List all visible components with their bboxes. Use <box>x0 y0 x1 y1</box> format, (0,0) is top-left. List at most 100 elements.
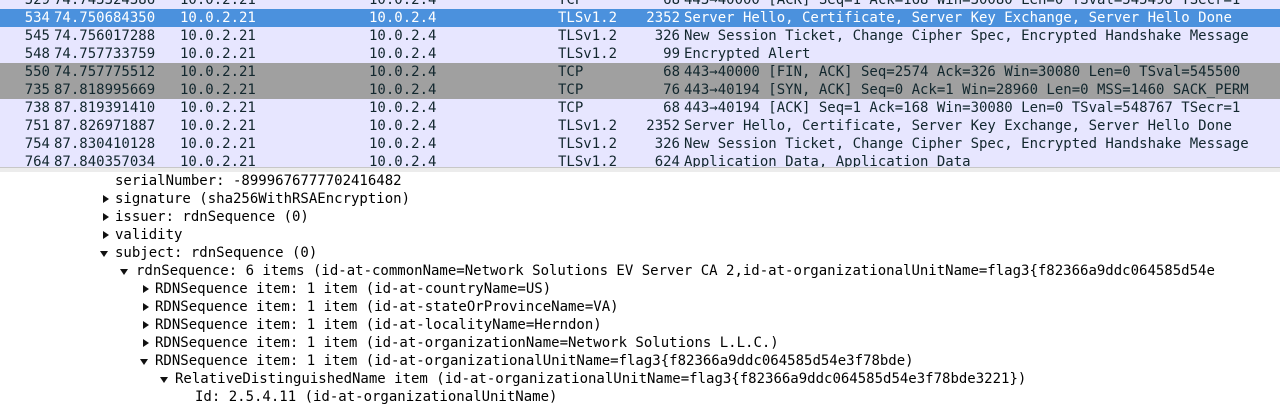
packet-destination: 10.0.2.4 <box>369 118 437 134</box>
packet-time: 87.830410128 <box>54 136 156 152</box>
expand-arrow-icon[interactable] <box>101 226 111 244</box>
packet-protocol: TCP <box>558 82 584 98</box>
tree-item-label: RelativeDistinguishedName item (id-at-or… <box>175 371 1027 387</box>
packet-protocol: TLSv1.2 <box>558 46 618 62</box>
packet-info: Application Data, Application Data <box>684 154 971 167</box>
packet-source: 10.0.2.21 <box>180 100 256 116</box>
packet-source: 10.0.2.21 <box>180 154 256 167</box>
tree-item-subject[interactable]: subject: rdnSequence (0) <box>0 244 1280 262</box>
packet-protocol: TLSv1.2 <box>558 28 618 44</box>
tree-item-rdn-org-unit[interactable]: RDNSequence item: 1 item (id-at-organiza… <box>0 352 1280 370</box>
packet-info: Server Hello, Certificate, Server Key Ex… <box>684 118 1232 134</box>
packet-protocol: TCP <box>558 100 584 116</box>
packet-length: 68 <box>663 100 680 116</box>
packet-length: 2352 <box>646 10 680 26</box>
packet-number: 738 <box>24 100 50 116</box>
packet-source: 10.0.2.21 <box>180 64 256 80</box>
tree-item-rdn-organization[interactable]: RDNSequence item: 1 item (id-at-organiza… <box>0 334 1280 352</box>
packet-length: 68 <box>663 64 680 80</box>
packet-source: 10.0.2.21 <box>180 0 256 8</box>
packet-destination: 10.0.2.4 <box>369 46 437 62</box>
collapse-arrow-icon[interactable] <box>120 262 130 280</box>
packet-row[interactable]: 754 87.830410128 10.0.2.21 10.0.2.4 TLSv… <box>0 135 1280 153</box>
packet-time: 87.819391410 <box>54 100 156 116</box>
expand-arrow-icon[interactable] <box>141 334 151 352</box>
tree-item-label: RDNSequence item: 1 item (id-at-stateOrP… <box>155 299 619 315</box>
packet-length: 624 <box>654 154 680 167</box>
packet-time: 74.750684350 <box>54 10 156 26</box>
tree-item-rdn-country[interactable]: RDNSequence item: 1 item (id-at-countryN… <box>0 280 1280 298</box>
packet-protocol: TCP <box>558 64 584 80</box>
packet-source: 10.0.2.21 <box>180 136 256 152</box>
packet-time: 74.757733759 <box>54 46 156 62</box>
packet-number: 754 <box>24 136 50 152</box>
packet-info: 443→40194 [ACK] Seq=1 Ack=168 Win=30080 … <box>684 100 1241 116</box>
expand-arrow-icon[interactable] <box>101 190 111 208</box>
tree-item-issuer[interactable]: issuer: rdnSequence (0) <box>0 208 1280 226</box>
collapse-arrow-icon[interactable] <box>100 244 110 262</box>
collapse-arrow-icon[interactable] <box>140 352 150 370</box>
packet-number: 545 <box>24 28 50 44</box>
collapse-arrow-icon[interactable] <box>160 370 170 388</box>
tree-item-label: RDNSequence item: 1 item (id-at-organiza… <box>155 335 779 351</box>
tree-item-label: RDNSequence item: 1 item (id-at-organiza… <box>155 353 914 369</box>
tree-item-validity[interactable]: validity <box>0 226 1280 244</box>
tree-item-signature[interactable]: signature (sha256WithRSAEncryption) <box>0 190 1280 208</box>
packet-number: 550 <box>24 64 50 80</box>
packet-destination: 10.0.2.4 <box>369 136 437 152</box>
tree-item-rdn-sequence[interactable]: rdnSequence: 6 items (id-at-commonName=N… <box>0 262 1280 280</box>
tree-item-rdn-state[interactable]: RDNSequence item: 1 item (id-at-stateOrP… <box>0 298 1280 316</box>
packet-row[interactable]: 764 87.840357034 10.0.2.21 10.0.2.4 TLSv… <box>0 153 1280 167</box>
tree-item-relative-dn[interactable]: RelativeDistinguishedName item (id-at-or… <box>0 370 1280 388</box>
packet-row[interactable]: 735 87.818995669 10.0.2.21 10.0.2.4 TCP … <box>0 81 1280 99</box>
tree-item-serial-number[interactable]: serialNumber: -8999676777702416482 <box>0 172 1280 190</box>
packet-row[interactable]: 548 74.757733759 10.0.2.21 10.0.2.4 TLSv… <box>0 45 1280 63</box>
packet-info: New Session Ticket, Change Cipher Spec, … <box>684 136 1249 152</box>
packet-source: 10.0.2.21 <box>180 28 256 44</box>
tree-item-rdn-locality[interactable]: RDNSequence item: 1 item (id-at-locality… <box>0 316 1280 334</box>
tree-item-label: rdnSequence: 6 items (id-at-commonName=N… <box>136 263 1215 279</box>
packet-destination: 10.0.2.4 <box>369 154 437 167</box>
packet-details-tree[interactable]: serialNumber: -8999676777702416482 signa… <box>0 172 1280 404</box>
packet-number: 751 <box>24 118 50 134</box>
packet-row[interactable]: 550 74.757775512 10.0.2.21 10.0.2.4 TCP … <box>0 63 1280 81</box>
packet-list[interactable]: 529 74.743324386 10.0.2.21 10.0.2.4 TCP … <box>0 0 1280 167</box>
packet-row[interactable]: 751 87.826971887 10.0.2.21 10.0.2.4 TLSv… <box>0 117 1280 135</box>
packet-time: 87.840357034 <box>54 154 156 167</box>
packet-length: 99 <box>663 46 680 62</box>
packet-time: 87.826971887 <box>54 118 156 134</box>
packet-row-selected[interactable]: 534 74.750684350 10.0.2.21 10.0.2.4 TLSv… <box>0 9 1280 27</box>
packet-protocol: TLSv1.2 <box>558 154 618 167</box>
expand-arrow-icon[interactable] <box>141 316 151 334</box>
packet-protocol: TLSv1.2 <box>558 10 618 26</box>
expand-arrow-icon[interactable] <box>141 280 151 298</box>
packet-protocol: TCP <box>558 0 584 8</box>
packet-source: 10.0.2.21 <box>180 46 256 62</box>
packet-time: 74.743324386 <box>54 0 156 8</box>
packet-row[interactable]: 529 74.743324386 10.0.2.21 10.0.2.4 TCP … <box>0 0 1280 9</box>
packet-destination: 10.0.2.4 <box>369 28 437 44</box>
packet-number: 735 <box>24 82 50 98</box>
packet-destination: 10.0.2.4 <box>369 10 437 26</box>
packet-number: 534 <box>24 10 50 26</box>
packet-time: 87.818995669 <box>54 82 156 98</box>
packet-destination: 10.0.2.4 <box>369 82 437 98</box>
packet-row[interactable]: 545 74.756017288 10.0.2.21 10.0.2.4 TLSv… <box>0 27 1280 45</box>
tree-item-label: serialNumber: -8999676777702416482 <box>115 173 402 189</box>
packet-length: 326 <box>654 136 680 152</box>
packet-time: 74.757775512 <box>54 64 156 80</box>
packet-protocol: TLSv1.2 <box>558 118 618 134</box>
tree-item-label: Id: 2.5.4.11 (id-at-organizationalUnitNa… <box>195 389 558 404</box>
tree-item-id[interactable]: Id: 2.5.4.11 (id-at-organizationalUnitNa… <box>0 388 1280 404</box>
expand-arrow-icon[interactable] <box>141 298 151 316</box>
expand-arrow-icon[interactable] <box>101 208 111 226</box>
packet-destination: 10.0.2.4 <box>369 64 437 80</box>
packet-length: 68 <box>663 0 680 8</box>
packet-length: 76 <box>663 82 680 98</box>
packet-source: 10.0.2.21 <box>180 82 256 98</box>
tree-item-label: RDNSequence item: 1 item (id-at-countryN… <box>155 281 552 297</box>
packet-row[interactable]: 738 87.819391410 10.0.2.21 10.0.2.4 TCP … <box>0 99 1280 117</box>
packet-info: Encrypted Alert <box>684 46 811 62</box>
packet-number: 529 <box>24 0 50 8</box>
packet-source: 10.0.2.21 <box>180 10 256 26</box>
